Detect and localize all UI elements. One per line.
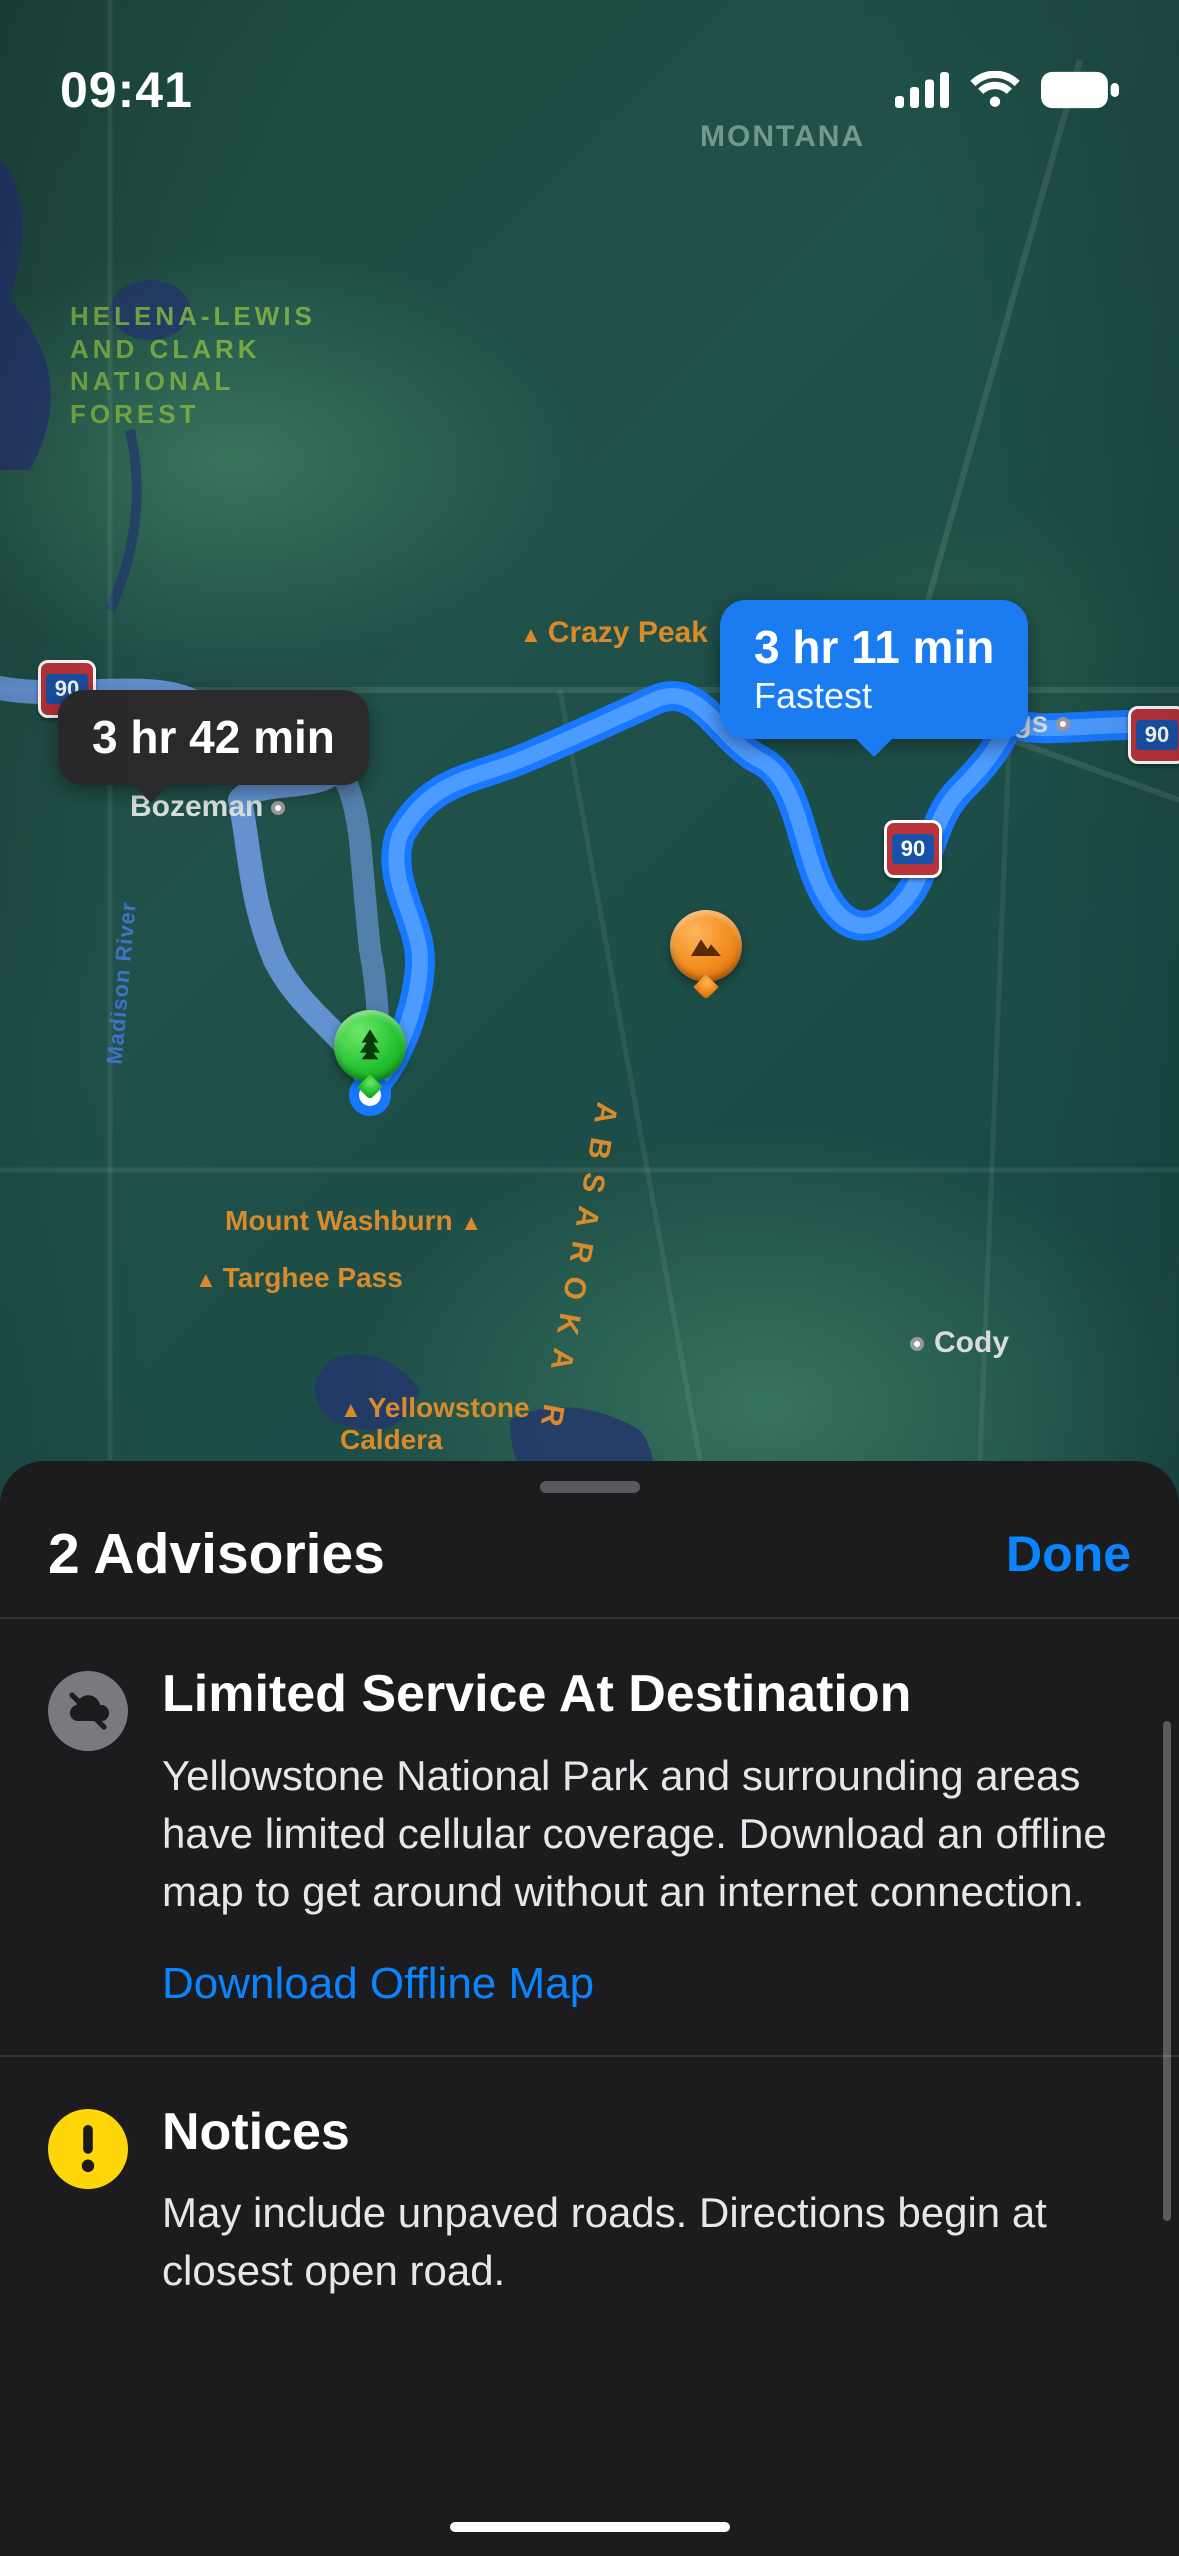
map-peak-caldera: ▲Yellowstone Caldera: [340, 1392, 530, 1456]
hwy-shield-90-west: 90: [38, 660, 96, 718]
route-primary-sub: Fastest: [754, 675, 994, 717]
wifi-icon: [969, 71, 1021, 109]
screen: MONTANA HELENA-LEWIS AND CLARK NATIONAL …: [0, 0, 1179, 2556]
warning-icon: [48, 2109, 128, 2189]
route-callout-alternate[interactable]: 3 hr 42 min: [58, 690, 369, 785]
sheet-header: 2 Advisories Done: [0, 1511, 1179, 1617]
advisories-sheet: 2 Advisories Done Limited Service At Des…: [0, 1461, 1179, 2556]
sheet-title: 2 Advisories: [48, 1521, 385, 1587]
advisory-title: Limited Service At Destination: [162, 1665, 1131, 1725]
route-alt-time: 3 hr 42 min: [92, 712, 335, 763]
mountain-icon: [686, 926, 726, 966]
map-peak-washburn: Mount Washburn ▲: [225, 1205, 488, 1237]
advisory-body: Notices May include unpaved roads. Direc…: [162, 2103, 1131, 2301]
advisory-body: Limited Service At Destination Yellowsto…: [162, 1665, 1131, 2009]
map-range-absaroka: ABSAROKA R: [531, 1100, 624, 1443]
no-cloud-icon: [48, 1671, 128, 1751]
scroll-indicator: [1163, 1721, 1171, 2221]
status-icons: [895, 71, 1119, 109]
tree-icon: [350, 1026, 390, 1066]
map-peak-targhee: ▲Targhee Pass: [195, 1262, 403, 1294]
route-callout-primary[interactable]: 3 hr 11 min Fastest: [720, 600, 1028, 739]
battery-icon: [1041, 71, 1119, 109]
done-button[interactable]: Done: [1006, 1525, 1131, 1583]
poi-pin-mountain[interactable]: [670, 910, 742, 982]
map-city-bozeman: Bozeman: [130, 790, 285, 824]
map-city-billings: Billings: [940, 706, 1070, 740]
advisory-notices: Notices May include unpaved roads. Direc…: [0, 2057, 1179, 2347]
map-forest-helena: HELENA-LEWIS AND CLARK NATIONAL FOREST: [70, 300, 316, 430]
hwy-shield-90-mid: 90: [884, 820, 942, 878]
download-offline-map-link[interactable]: Download Offline Map: [162, 1959, 594, 2009]
advisory-text: Yellowstone National Park and surroundin…: [162, 1747, 1131, 1921]
map-city-cody: Cody: [910, 1326, 1009, 1360]
cellular-icon: [895, 72, 949, 108]
status-bar: 09:41: [0, 0, 1179, 150]
advisory-text: May include unpaved roads. Directions be…: [162, 2184, 1131, 2300]
home-indicator[interactable]: [450, 2522, 730, 2532]
status-time: 09:41: [60, 61, 193, 119]
hwy-shield-90-east: 90: [1128, 706, 1179, 764]
advisory-limited-service: Limited Service At Destination Yellowsto…: [0, 1619, 1179, 2055]
route-primary-time: 3 hr 11 min: [754, 622, 994, 673]
map-peak-crazy: ▲Crazy Peak: [520, 616, 708, 650]
poi-pin-park[interactable]: [334, 1010, 406, 1082]
advisory-title: Notices: [162, 2103, 1131, 2163]
map-river-madison: Madison River: [102, 900, 142, 1065]
sheet-grabber[interactable]: [540, 1481, 640, 1493]
